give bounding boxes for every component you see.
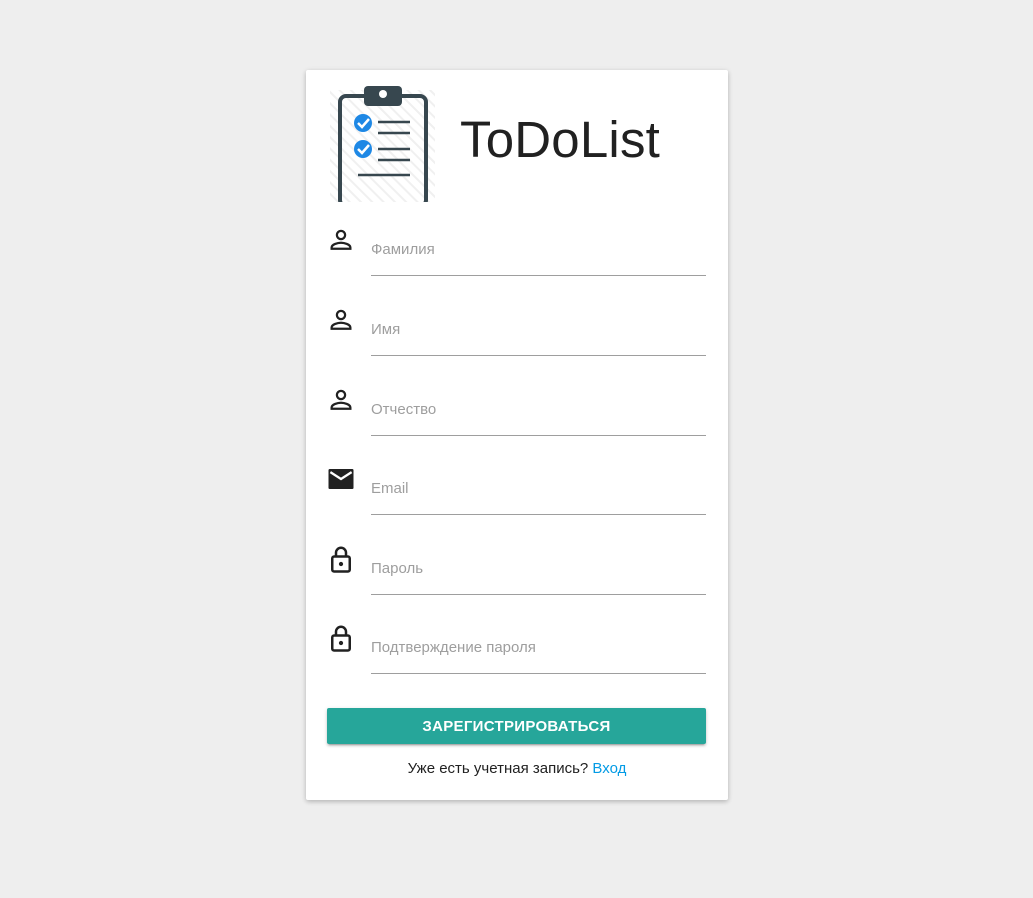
person-icon <box>330 309 352 330</box>
last-name-underline <box>371 225 706 276</box>
lock-icon <box>331 546 351 573</box>
last-name-input[interactable] <box>371 233 706 265</box>
person-icon <box>330 229 352 250</box>
person-icon <box>330 389 352 410</box>
first-name-underline <box>371 305 706 356</box>
email-field <box>326 464 708 520</box>
patronymic-underline <box>371 385 706 436</box>
email-icon <box>328 469 354 489</box>
password-underline <box>371 544 706 595</box>
last-name-field <box>326 225 708 281</box>
password-confirm-underline <box>371 623 706 674</box>
password-confirm-input[interactable] <box>371 631 706 663</box>
email-underline <box>371 464 706 515</box>
patronymic-input[interactable] <box>371 393 706 425</box>
email-input[interactable] <box>371 472 706 504</box>
password-confirm-field <box>326 623 708 679</box>
patronymic-field <box>326 385 708 441</box>
clipboard-logo-icon <box>330 86 435 202</box>
registration-card: ToDoList Фамилия Имя Отчество Email ЗАРЕ… <box>306 70 728 800</box>
register-button[interactable]: ЗАРЕГИСТРИРОВАТЬСЯ <box>327 708 706 744</box>
password-field <box>326 544 708 600</box>
password-input[interactable] <box>371 552 706 584</box>
login-prompt-line: Уже есть учетная запись? Вход <box>306 760 728 777</box>
logo-header: ToDoList <box>330 82 710 202</box>
lock-icon <box>331 625 351 652</box>
first-name-input[interactable] <box>371 313 706 345</box>
login-prompt-text: Уже есть учетная запись? <box>407 760 589 777</box>
login-link[interactable]: Вход <box>592 760 626 777</box>
first-name-field <box>326 305 708 361</box>
app-title: ToDoList <box>460 111 661 168</box>
